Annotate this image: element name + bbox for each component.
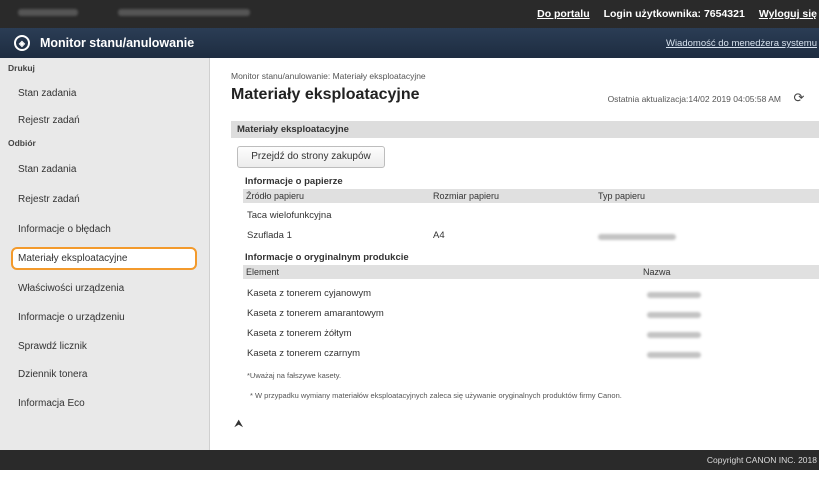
blurred-device-address — [118, 9, 250, 16]
counterfeit-note: *Uważaj na fałszywe kasety. — [247, 371, 342, 380]
genuine-info-heading: Informacje o oryginalnym produkcie — [245, 252, 409, 263]
sidebar-item-print-job-log[interactable]: Rejestr zadań — [18, 115, 80, 126]
sidebar-item-consumables[interactable]: Materiały eksploatacyjne — [11, 247, 197, 270]
login-info: Login użytkownika: 7654321 — [604, 8, 745, 20]
genuine-row-element: Kaseta z tonerem czarnym — [247, 348, 360, 359]
panel-title: Materiały eksploatacyjne — [231, 121, 819, 138]
copyright-text: Copyright CANON INC. 2018 — [706, 455, 817, 465]
sidebar-section-print: Drukuj — [8, 63, 35, 73]
col-name: Nazwa — [643, 267, 671, 277]
genuine-table-header: Element Nazwa — [243, 265, 819, 279]
sidebar-item-toner-log[interactable]: Dziennik tonera — [18, 369, 87, 380]
app-header: ◈ Monitor stanu/anulowanie Wiadomość do … — [0, 28, 819, 58]
blurred-device-name — [18, 9, 78, 16]
blurred-cartridge-name — [647, 292, 701, 298]
blurred-paper-type — [598, 234, 676, 240]
sidebar-item-device-features[interactable]: Właściwości urządzenia — [18, 283, 124, 294]
login-label: Login użytkownika: — [603, 8, 702, 20]
refresh-icon[interactable]: ⟳ — [791, 90, 807, 106]
portal-link[interactable]: Do portalu — [537, 8, 590, 20]
genuine-row-element: Kaseta z tonerem cyjanowym — [247, 288, 372, 299]
login-value: 7654321 — [703, 8, 745, 20]
paper-table-header: Źródło papieru Rozmiar papieru Typ papie… — [243, 189, 819, 203]
page-title: Materiały eksploatacyjne — [231, 86, 420, 103]
col-paper-size: Rozmiar papieru — [433, 191, 500, 201]
sidebar: Drukuj Stan zadania Rejestr zadań Odbiór… — [0, 58, 210, 450]
sidebar-item-eco-info[interactable]: Informacja Eco — [18, 398, 85, 409]
sidebar-item-receive-job-log[interactable]: Rejestr zadań — [18, 194, 80, 205]
genuine-row-element: Kaseta z tonerem żółtym — [247, 328, 352, 339]
back-to-top-icon[interactable]: ⮝ — [234, 418, 243, 431]
message-to-admin-link[interactable]: Wiadomość do menedżera systemu — [666, 38, 817, 49]
top-bar: Do portalu Login użytkownika: 7654321 Wy… — [0, 0, 819, 28]
sidebar-item-check-counter[interactable]: Sprawdź licznik — [18, 341, 87, 352]
sidebar-item-error-info[interactable]: Informacje o błędach — [18, 224, 111, 235]
paper-row-source: Szuflada 1 — [247, 230, 292, 241]
sidebar-item-device-info[interactable]: Informacje o urządzeniu — [18, 312, 125, 323]
logo-icon: ◈ — [14, 35, 30, 51]
blurred-cartridge-name — [647, 352, 701, 358]
col-paper-type: Typ papieru — [598, 191, 646, 201]
genuine-row-element: Kaseta z tonerem amarantowym — [247, 308, 384, 319]
sidebar-item-receive-job-status[interactable]: Stan zadania — [18, 164, 76, 175]
paper-row-source: Taca wielofunkcyjna — [247, 210, 332, 221]
footer: Copyright CANON INC. 2018 — [0, 450, 819, 470]
col-element: Element — [246, 267, 280, 277]
top-links: Do portalu Login użytkownika: 7654321 Wy… — [537, 0, 819, 28]
breadcrumb: Monitor stanu/anulowanie: Materiały eksp… — [231, 71, 426, 81]
bottom-margin — [0, 470, 819, 483]
genuine-recommendation-note: * W przypadku wymiany materiałów eksploa… — [250, 391, 622, 400]
blurred-cartridge-name — [647, 332, 701, 338]
paper-row-size: A4 — [433, 230, 445, 241]
col-paper-source: Źródło papieru — [246, 191, 305, 201]
last-update-text: Ostatnia aktualizacja:14/02 2019 04:05:5… — [607, 94, 781, 104]
blurred-cartridge-name — [647, 312, 701, 318]
sidebar-item-print-job-status[interactable]: Stan zadania — [18, 88, 76, 99]
app-title: Monitor stanu/anulowanie — [40, 36, 195, 50]
go-to-purchase-button[interactable]: Przejdź do strony zakupów — [237, 146, 385, 168]
logout-link[interactable]: Wyloguj się — [759, 8, 817, 20]
paper-info-heading: Informacje o papierze — [245, 176, 343, 187]
sidebar-section-receive: Odbiór — [8, 138, 36, 148]
main-content: Monitor stanu/anulowanie: Materiały eksp… — [210, 58, 819, 450]
